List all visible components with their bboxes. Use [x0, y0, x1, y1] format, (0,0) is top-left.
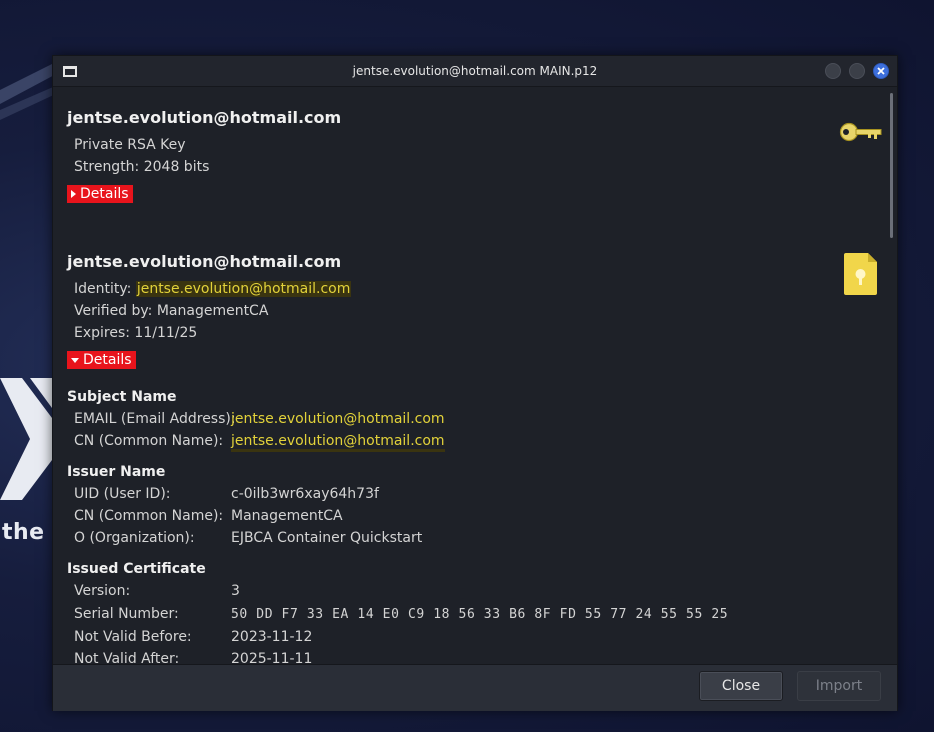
serial-number-key: Serial Number:	[74, 606, 179, 622]
not-valid-after-value: 2025-11-11	[231, 651, 313, 664]
certificate-icon	[844, 253, 877, 295]
subject-cn-key: CN (Common Name):	[74, 433, 224, 449]
certificate-details-toggle[interactable]: Details	[67, 351, 136, 369]
expires: Expires: 11/11/25	[74, 325, 198, 341]
certificate-owner-title: jentse.evolution@hotmail.com	[67, 252, 342, 271]
key-owner-title: jentse.evolution@hotmail.com	[67, 108, 342, 127]
window-title: jentse.evolution@hotmail.com MAIN.p12	[352, 64, 598, 78]
details-label: Details	[80, 186, 129, 202]
close-icon	[877, 67, 885, 75]
subject-name-heading: Subject Name	[67, 389, 177, 405]
close-button[interactable]: Close	[699, 671, 783, 701]
certificate-content[interactable]: jentse.evolution@hotmail.com Private RSA…	[53, 87, 897, 664]
identity-line: Identity: jentse.evolution@hotmail.com	[74, 281, 352, 297]
version-value: 3	[231, 583, 240, 599]
scrollbar[interactable]	[890, 93, 893, 238]
key-details-toggle[interactable]: Details	[67, 185, 133, 203]
identity-label: Identity:	[74, 281, 136, 297]
subject-email-value: jentse.evolution@hotmail.com	[231, 411, 445, 427]
titlebar[interactable]: jentse.evolution@hotmail.com MAIN.p12	[53, 56, 897, 87]
not-valid-before-value: 2023-11-12	[231, 629, 313, 645]
dialog-footer: Close Import	[53, 664, 897, 711]
desktop-wallpaper-shape	[0, 60, 60, 120]
issuer-name-heading: Issuer Name	[67, 464, 166, 480]
key-type: Private RSA Key	[74, 137, 186, 153]
serial-number-value: 50 DD F7 33 EA 14 E0 C9 18 56 33 B6 8F F…	[231, 607, 729, 622]
details-label: Details	[83, 352, 132, 368]
maximize-button[interactable]	[849, 63, 865, 79]
issuer-uid-key: UID (User ID):	[74, 486, 171, 502]
subject-cn-value: jentse.evolution@hotmail.com	[231, 433, 445, 452]
issuer-cn-value: ManagementCA	[231, 508, 343, 524]
key-icon	[839, 122, 882, 142]
identity-value: jentse.evolution@hotmail.com	[135, 281, 352, 297]
key-strength: Strength: 2048 bits	[74, 159, 210, 175]
verified-by: Verified by: ManagementCA	[74, 303, 269, 319]
expand-down-icon	[71, 357, 79, 363]
close-window-button[interactable]	[873, 63, 889, 79]
not-valid-before-key: Not Valid Before:	[74, 629, 192, 645]
issued-certificate-heading: Issued Certificate	[67, 561, 206, 577]
subject-email-key: EMAIL (Email Address):	[74, 411, 236, 427]
desktop-logo-letter	[0, 378, 52, 500]
version-key: Version:	[74, 583, 131, 599]
expand-right-icon	[71, 190, 76, 198]
import-dialog: jentse.evolution@hotmail.com MAIN.p12 je…	[52, 55, 898, 711]
not-valid-after-key: Not Valid After:	[74, 651, 180, 664]
minimize-button[interactable]	[825, 63, 841, 79]
import-button[interactable]: Import	[797, 671, 881, 701]
issuer-org-value: EJBCA Container Quickstart	[231, 530, 423, 546]
issuer-cn-key: CN (Common Name):	[74, 508, 224, 524]
issuer-org-key: O (Organization):	[74, 530, 195, 546]
desktop-wallpaper-text: the	[2, 520, 45, 545]
issuer-uid-value: c-0ilb3wr6xay64h73f	[231, 486, 379, 502]
